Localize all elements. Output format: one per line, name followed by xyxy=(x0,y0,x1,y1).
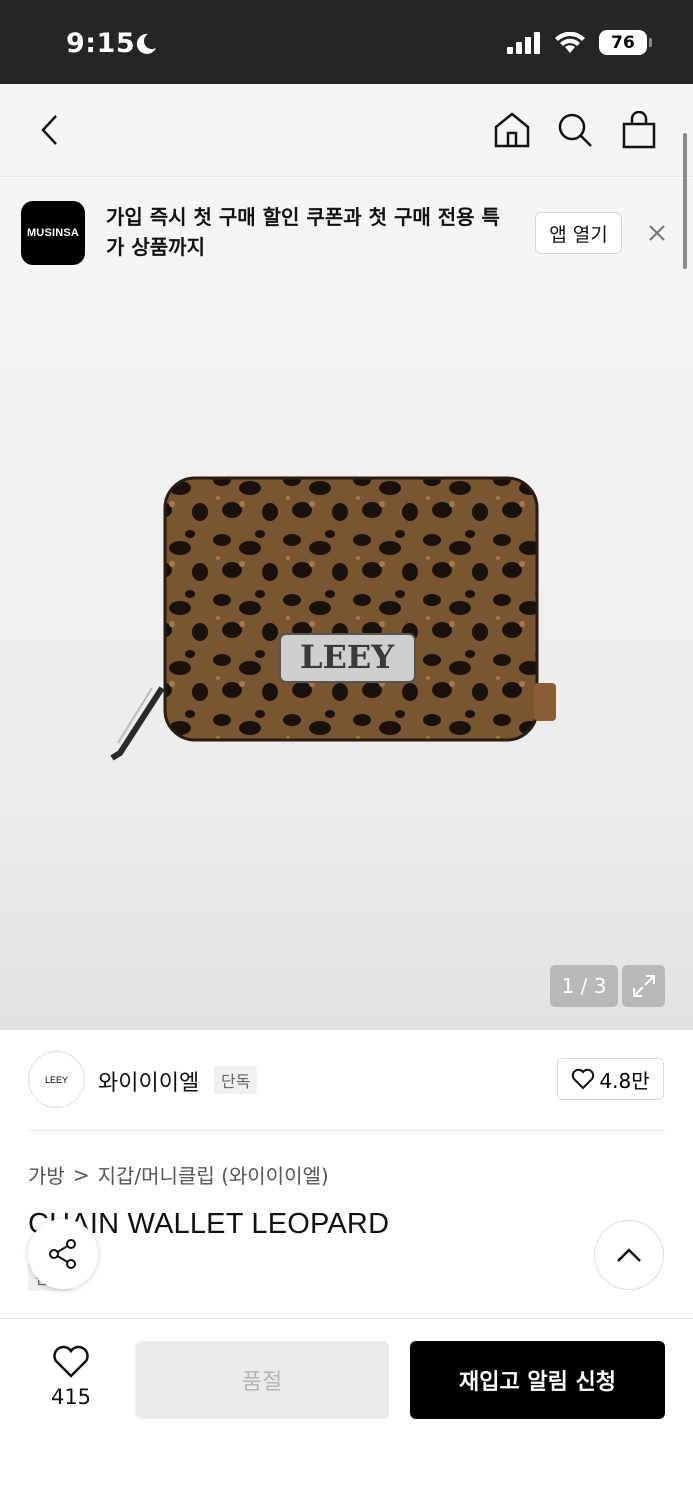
share-icon xyxy=(49,1239,76,1269)
image-counter: 1 / 3 xyxy=(550,965,618,1007)
brand-like-button[interactable]: 4.8만 xyxy=(557,1058,664,1100)
back-button[interactable] xyxy=(28,108,72,152)
expand-icon xyxy=(632,975,655,997)
cart-button[interactable] xyxy=(617,108,661,152)
chevron-left-icon xyxy=(41,115,57,145)
wallet-logo-text: LEEY xyxy=(300,638,395,676)
app-promo-banner: MUSINSA 가입 즉시 첫 구매 할인 쿠폰과 첫 구매 전용 특가 상품까… xyxy=(0,178,693,288)
brand-like-count: 4.8만 xyxy=(599,1068,650,1093)
brand-logo[interactable]: LEEY xyxy=(28,1051,85,1108)
breadcrumb: 가방 > 지갑/머니클립 (와이이이엘) xyxy=(28,1160,329,1189)
restock-alert-button[interactable]: 재입고 알림 신청 xyxy=(410,1341,665,1419)
share-button[interactable] xyxy=(28,1219,98,1289)
divider xyxy=(28,1130,665,1131)
scroll-top-button[interactable] xyxy=(594,1220,664,1290)
status-bar: 9:15 76 xyxy=(0,0,693,84)
breadcrumb-subcategory[interactable]: 지갑/머니클립 (와이이이엘) xyxy=(98,1160,329,1189)
close-icon[interactable] xyxy=(644,220,670,246)
bottom-action-bar: 415 품절 재입고 알림 신청 xyxy=(0,1318,693,1500)
exclusive-badge: 단독 xyxy=(214,1066,258,1094)
chevron-up-icon xyxy=(617,1248,641,1262)
home-icon xyxy=(494,112,530,148)
search-button[interactable] xyxy=(553,108,597,152)
brand-row: LEEY 와이이이엘 단독 4.8만 xyxy=(28,1051,665,1111)
home-button[interactable] xyxy=(490,108,534,152)
wishlist-button[interactable]: 415 xyxy=(38,1345,104,1409)
moon-icon xyxy=(136,33,156,54)
breadcrumb-category[interactable]: 가방 xyxy=(28,1160,65,1189)
soldout-button: 품절 xyxy=(135,1341,389,1419)
heart-icon xyxy=(53,1345,89,1378)
scrollbar[interactable] xyxy=(683,133,687,269)
product-image-carousel[interactable]: LEEY 1 / 3 xyxy=(0,288,693,1030)
brand-name[interactable]: 와이이이엘 xyxy=(98,1065,199,1097)
search-icon xyxy=(558,113,592,147)
signal-icon xyxy=(507,31,540,54)
banner-text: 가입 즉시 첫 구매 할인 쿠폰과 첫 구매 전용 특가 상품까지 xyxy=(106,205,500,259)
wishlist-count: 415 xyxy=(50,1385,92,1409)
wifi-icon xyxy=(555,31,585,53)
expand-image-button[interactable] xyxy=(622,965,665,1007)
musinsa-app-logo: MUSINSA xyxy=(21,201,85,265)
status-time: 9:15 xyxy=(66,28,136,59)
open-app-button[interactable]: 앱 열기 xyxy=(535,212,622,254)
top-navigation xyxy=(0,84,693,177)
breadcrumb-separator: > xyxy=(72,1162,90,1187)
battery-level: 76 xyxy=(611,32,635,53)
shopping-bag-icon xyxy=(622,111,656,149)
heart-icon xyxy=(572,1068,595,1090)
product-photo-wallet: LEEY xyxy=(110,476,556,761)
battery-icon: 76 xyxy=(599,30,652,55)
